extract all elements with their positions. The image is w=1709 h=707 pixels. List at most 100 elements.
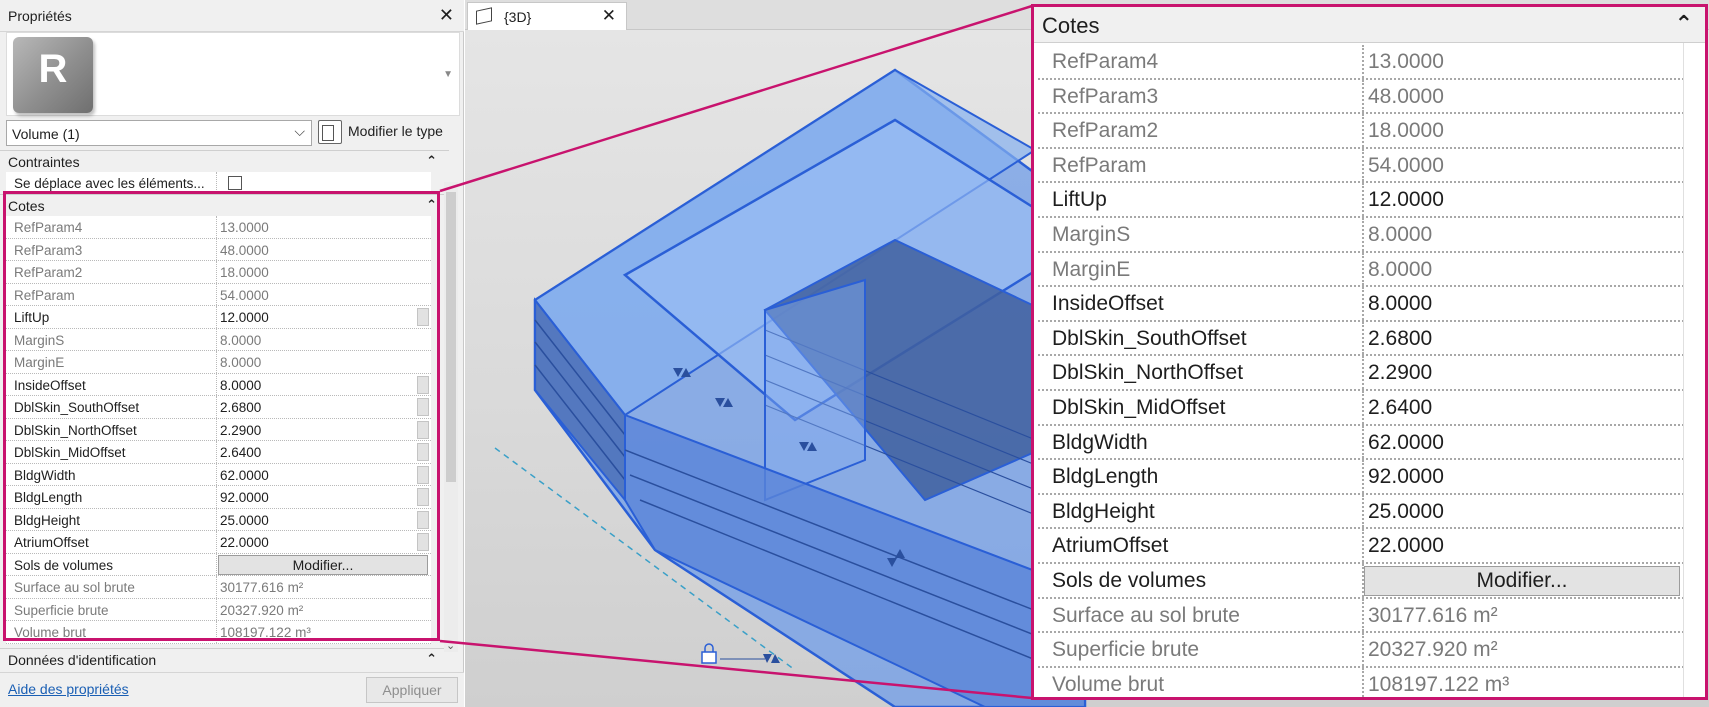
property-row-refparam3[interactable]: RefParam3 48.0000 [6,238,431,261]
property-value: 48.0000 [1368,84,1444,108]
property-row-sols-de-volumes[interactable]: Sols de volumes Modifier... [6,553,431,576]
zoom-row-sols-de-volumes: Sols de volumes Modifier... [1038,564,1684,599]
property-value: 2.6800 [1368,326,1433,350]
property-row-surface-au-sol-brute[interactable]: Surface au sol brute 30177.616 m² [6,576,431,599]
property-name: MarginE [1052,257,1131,281]
property-value: 20327.920 m² [220,602,304,618]
property-value: 13.0000 [220,220,269,235]
property-row-insideoffset[interactable]: InsideOffset 8.0000 [6,373,431,396]
apply-button[interactable]: Appliquer [366,677,458,703]
property-value[interactable]: 22.0000 [220,535,269,550]
family-parameter-button[interactable] [417,443,429,461]
moves-with-checkbox[interactable] [228,176,242,190]
tab-3d[interactable]: {3D} ✕ [467,2,627,30]
family-parameter-button[interactable] [417,375,429,394]
property-row-atriumoffset[interactable]: AtriumOffset 22.0000 [6,531,431,554]
property-row-liftup[interactable]: LiftUp 12.0000 [6,306,431,329]
zoom-row-bldgwidth: BldgWidth 62.0000 [1038,425,1705,461]
collapse-icon[interactable]: ⌃ [426,197,437,213]
close-icon[interactable]: ✕ [439,5,454,26]
property-name: Superficie brute [1052,638,1200,662]
family-parameter-button[interactable] [417,533,429,551]
property-value: 22.0000 [1368,534,1444,558]
family-parameter-button[interactable] [417,510,429,529]
section-dimensions[interactable]: Cotes ⌃ [0,194,449,216]
property-name: LiftUp [1052,188,1107,212]
zoom-row-refparam4: RefParam4 13.0000 [1038,45,1684,80]
zoom-row-dblskin-southoffset: DblSkin_SouthOffset 2.6800 [1038,321,1705,357]
atrium-wall [764,278,866,502]
property-row-refparam2[interactable]: RefParam2 18.0000 [6,261,431,284]
properties-scrollbar[interactable]: ⌄ [444,182,458,652]
close-icon[interactable]: ✕ [602,6,616,26]
property-value: 13.0000 [1368,50,1444,73]
collapse-icon[interactable]: ⌃ [426,651,437,667]
property-row-dblskin-northoffset[interactable]: DblSkin_NorthOffset 2.2900 [6,418,431,441]
property-row-bldgheight[interactable]: BldgHeight 25.0000 [6,508,431,531]
property-row-margine[interactable]: MarginE 8.0000 [6,351,431,374]
property-name: Volume brut [14,625,87,640]
zoom-row-margine: MarginE 8.0000 [1038,252,1684,288]
property-name: RefParam [1052,153,1147,177]
property-value[interactable]: 2.6800 [220,400,261,415]
property-value: 18.0000 [1368,119,1444,143]
revit-logo-letter: R [38,47,68,91]
property-name: Se déplace avec les éléments... [14,176,205,191]
property-name: DblSkin_SouthOffset [1052,326,1247,350]
property-row-margins[interactable]: MarginS 8.0000 [6,328,431,351]
property-value: 2.2900 [1368,361,1433,385]
property-name: RefParam3 [1052,84,1159,108]
edit-type-button[interactable]: Modifier le type [318,118,458,146]
section-label: Cotes [1042,13,1100,38]
family-parameter-button[interactable] [417,465,429,484]
edit-type-label: Modifier le type [348,123,443,139]
property-row-superficie-brute[interactable]: Superficie brute 20327.920 m² [6,598,431,621]
property-value: 108197.122 m³ [1368,672,1510,696]
family-parameter-button[interactable] [417,488,429,506]
section-label: Contraintes [8,154,80,170]
zoom-row-surface-au-sol-brute: Surface au sol brute 30177.616 m² [1038,598,1684,634]
property-value: 62.0000 [1368,430,1444,454]
scroll-down-icon[interactable]: ⌄ [446,639,455,652]
property-name: LiftUp [14,310,50,325]
property-value: 54.0000 [1368,153,1444,177]
property-value[interactable]: 62.0000 [220,468,269,483]
property-row-dblskin-southoffset[interactable]: DblSkin_SouthOffset 2.6800 [6,396,431,419]
property-row-refparam4[interactable]: RefParam4 13.0000 [6,216,431,239]
property-value[interactable]: 8.0000 [220,378,261,393]
chevron-down-icon[interactable]: ▼ [443,69,453,80]
property-row-dblskin-midoffset[interactable]: DblSkin_MidOffset 2.6400 [6,441,431,464]
zoom-row-margins: MarginS 8.0000 [1038,218,1684,253]
type-selector[interactable]: Volume (1) ⌵ [6,120,312,146]
property-value[interactable]: 25.0000 [220,513,269,528]
property-value[interactable]: 12.0000 [220,310,269,325]
property-value[interactable]: 92.0000 [220,490,269,505]
edit-floors-button[interactable]: Modifier... [218,554,428,575]
section-identity[interactable]: Données d'identification ⌃ [0,648,449,670]
zoom-row-refparam: RefParam 54.0000 [1038,148,1684,184]
family-parameter-button[interactable] [417,420,429,439]
family-parameter-button[interactable] [417,308,429,326]
property-name: BldgWidth [1052,430,1148,454]
zoom-row-refparam3: RefParam3 48.0000 [1038,79,1684,115]
property-row-refparam[interactable]: RefParam 54.0000 [6,283,431,306]
property-name: Sols de volumes [14,557,114,573]
property-row-volume-brut[interactable]: Volume brut 108197.122 m³ [6,621,431,644]
section-constraints[interactable]: Contraintes ⌃ [0,150,449,172]
property-value: 30177.616 m² [1368,603,1498,627]
properties-panel: Propriétés ✕ R ▼ Volume (1) ⌵ Modifier l… [0,0,464,707]
property-name: Surface au sol brute [14,580,135,595]
property-row-bldgwidth[interactable]: BldgWidth 62.0000 [6,463,431,486]
collapse-icon[interactable]: ⌃ [426,153,437,169]
property-value[interactable]: 2.6400 [220,445,261,460]
property-name: BldgHeight [14,512,81,528]
properties-title: Propriétés [8,8,72,24]
property-value: 20327.920 m² [1368,638,1498,662]
scrollbar-thumb[interactable] [446,192,456,482]
zoom-row-atriumoffset: AtriumOffset 22.0000 [1038,529,1705,564]
property-value[interactable]: 2.2900 [220,423,261,438]
family-parameter-button[interactable] [417,398,429,416]
help-link[interactable]: Aide des propriétés [8,681,129,697]
property-row-bldglength[interactable]: BldgLength 92.0000 [6,486,431,509]
zoom-row-refparam2: RefParam2 18.0000 [1038,114,1684,149]
